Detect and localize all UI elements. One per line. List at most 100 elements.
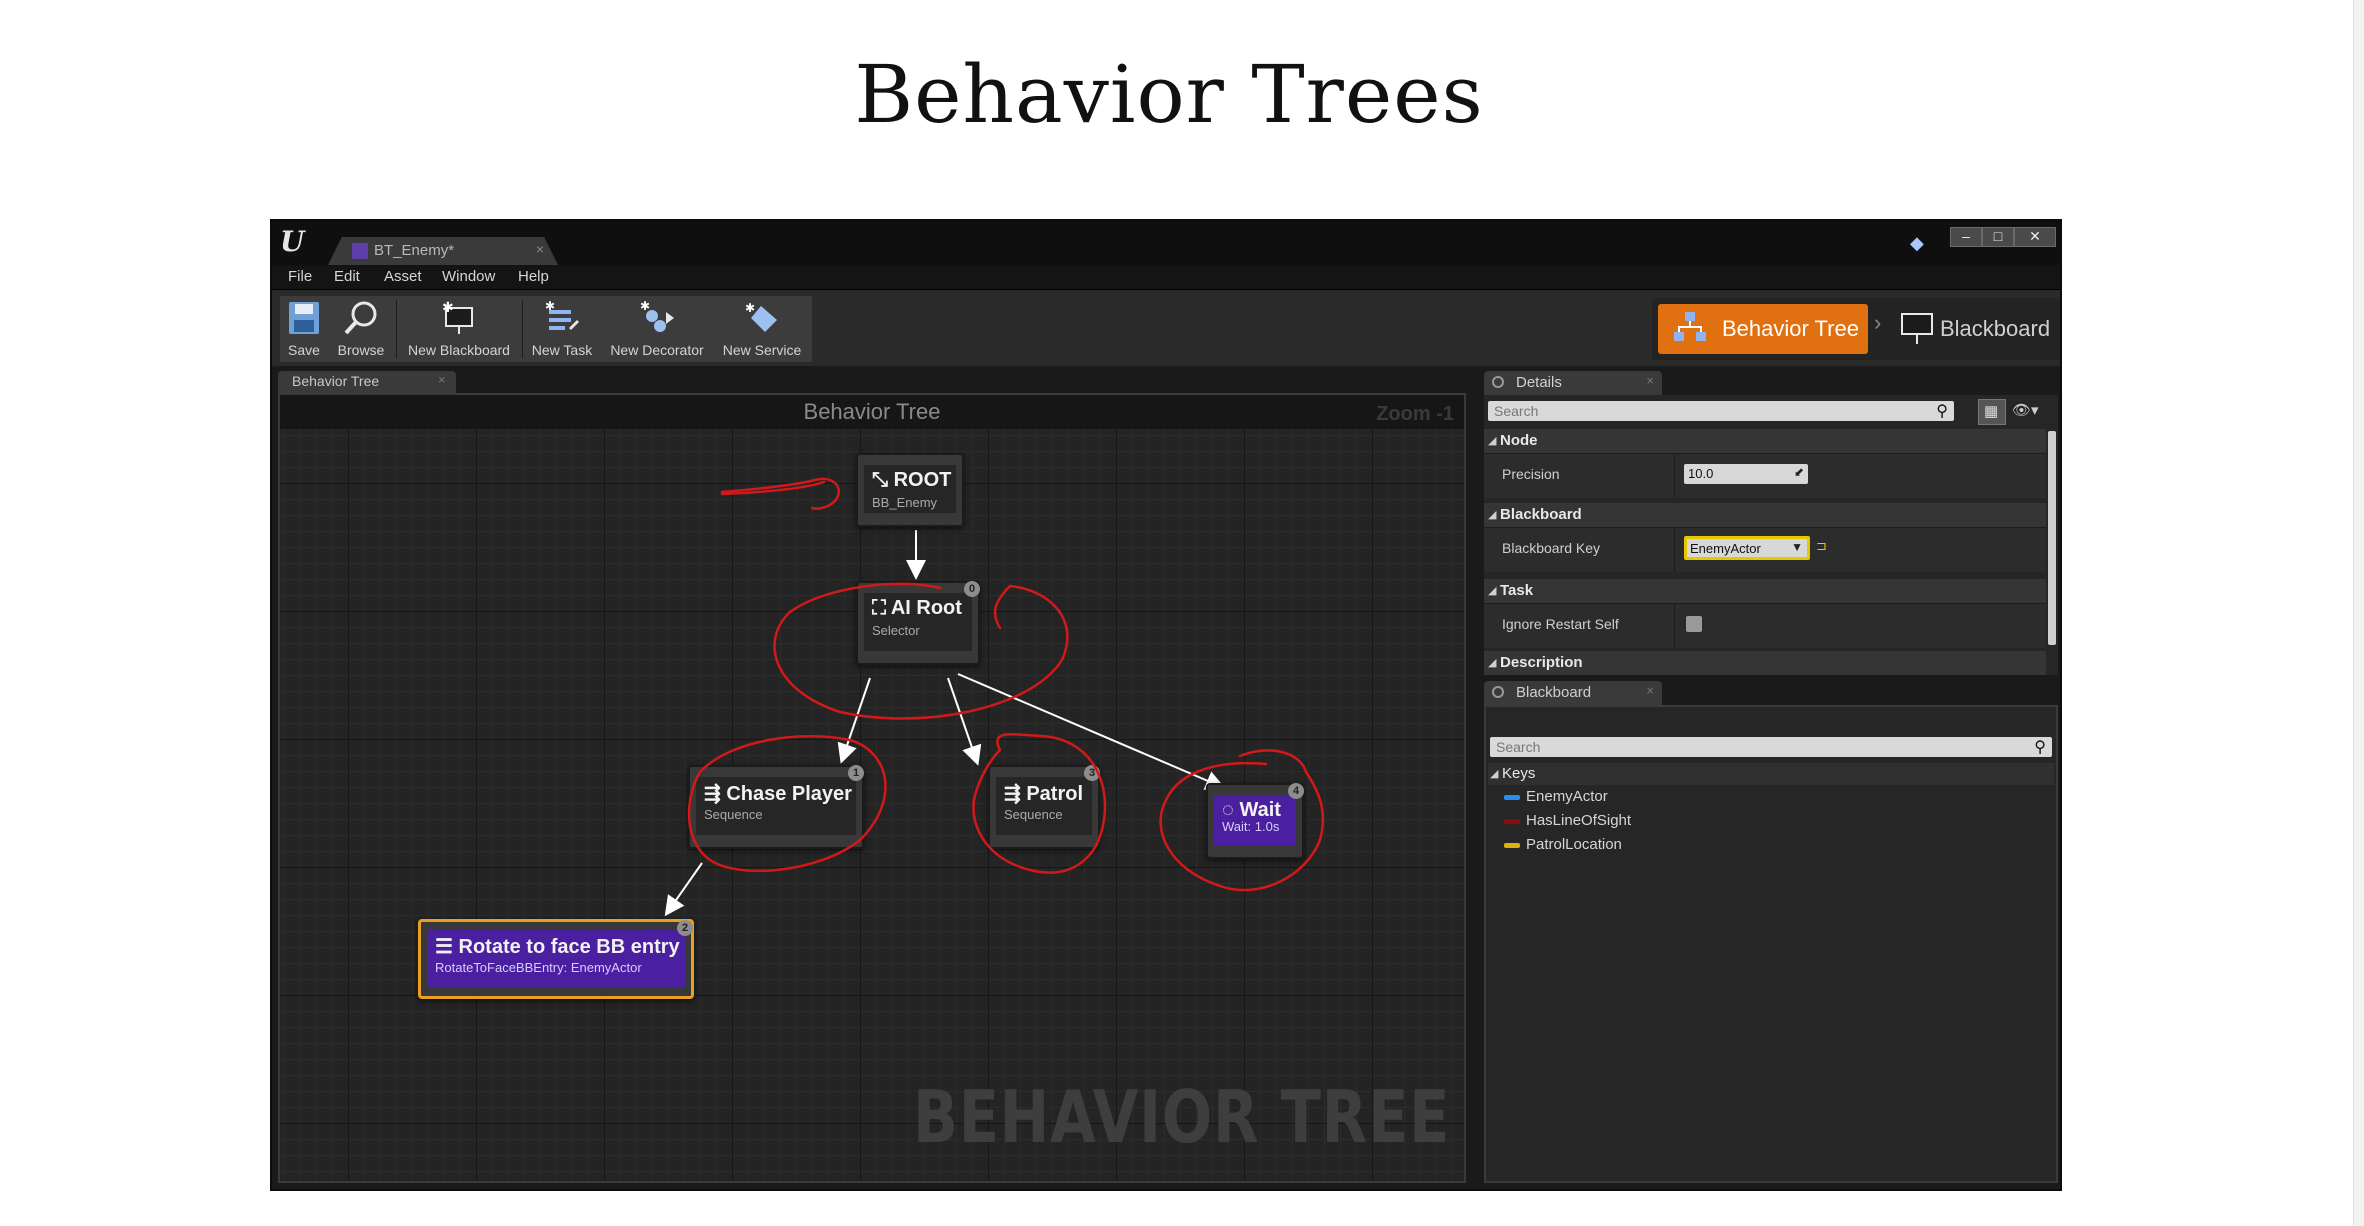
property-ignore-restart-self: Ignore Restart Self <box>1484 603 2046 648</box>
node-body: ☰ Rotate to face BB entry RotateToFaceBB… <box>427 930 685 988</box>
new-decorator-button[interactable]: ✱ New Decorator <box>602 296 712 362</box>
node-title: ☰ Rotate to face BB entry <box>435 936 680 958</box>
node-subtitle: Sequence <box>704 807 763 822</box>
help-icon[interactable]: ◆ <box>1910 233 1928 253</box>
close-window-button[interactable]: ✕ <box>2014 227 2056 247</box>
close-icon[interactable]: × <box>536 241 544 257</box>
browse-button[interactable]: Browse <box>332 296 390 362</box>
collapse-arrow-icon: ◢ <box>1490 768 1499 780</box>
divider <box>1674 604 1675 648</box>
page-scrollbar[interactable] <box>2353 0 2364 1226</box>
close-icon[interactable]: × <box>438 372 446 387</box>
details-scrollbar[interactable] <box>2048 431 2056 645</box>
view-options-button[interactable]: 👁▾ <box>2012 401 2039 419</box>
tab-behavior-tree-graph[interactable]: Behavior Tree × <box>278 371 456 393</box>
property-blackboard-key: Blackboard Key EnemyActor ▼ ⊐ <box>1484 527 2046 572</box>
svg-text:✱: ✱ <box>640 300 650 313</box>
save-button[interactable]: Save <box>280 296 328 362</box>
menu-file[interactable]: File <box>288 268 312 285</box>
slide-title: Behavior Trees <box>854 48 1484 141</box>
tab-details[interactable]: Details × <box>1484 371 1662 395</box>
node-title: ⤡ ROOT <box>872 469 952 491</box>
node-body: ⇶ Patrol Sequence <box>996 777 1092 835</box>
close-icon[interactable]: × <box>1646 683 1654 698</box>
blackboard-tab-label: Blackboard <box>1516 684 1592 701</box>
chevron-right-icon: › <box>1874 310 1882 335</box>
behavior-tree-mode-button[interactable]: Behavior Tree <box>1658 304 1868 354</box>
node-subtitle: RotateToFaceBBEntry: EnemyActor <box>435 960 642 975</box>
behavior-tree-graph[interactable]: Behavior Tree Zoom -1 ⤡ ROOT BB_Enemy ⛶ … <box>278 393 1466 1183</box>
minimize-button[interactable]: – <box>1950 227 1982 247</box>
sequence-icon: ⇶ <box>704 783 727 805</box>
wait-icon: ◌ <box>1222 799 1240 821</box>
menu-window[interactable]: Window <box>442 268 495 285</box>
title-bar: U BT_Enemy* × ◆ – □ ✕ <box>272 221 2060 265</box>
toolbar-button-group: Save Browse ✱ New Blackboard ✱ New Task … <box>280 296 812 362</box>
node-body: ⇶ Chase Player Sequence <box>696 777 856 835</box>
menu-asset[interactable]: Asset <box>384 268 422 285</box>
maximize-button[interactable]: □ <box>1982 227 2014 247</box>
node-patrol[interactable]: ⇶ Patrol Sequence 3 <box>988 765 1100 849</box>
node-body: ◌ Wait Wait: 1.0s <box>1214 795 1296 845</box>
property-matrix-button[interactable]: ▦ <box>1978 399 2006 425</box>
node-ai-root[interactable]: ⛶ AI Root Selector 0 <box>856 581 980 665</box>
task-icon: ☰ <box>435 936 459 958</box>
ignore-restart-self-checkbox[interactable] <box>1686 616 1702 632</box>
save-label: Save <box>288 342 320 358</box>
category-node[interactable]: ◢ Node <box>1484 429 2046 453</box>
browse-label: Browse <box>337 342 385 358</box>
key-type-swatch <box>1504 819 1520 824</box>
graph-tab-label: Behavior Tree <box>292 373 380 389</box>
key-label: HasLineOfSight <box>1526 812 1632 829</box>
node-root[interactable]: ⤡ ROOT BB_Enemy <box>856 453 964 527</box>
tab-blackboard[interactable]: Blackboard × <box>1484 681 1662 705</box>
blackboard-search-input[interactable]: Search ⚲ <box>1490 737 2052 757</box>
new-service-icon: ✱ <box>745 301 777 332</box>
collapse-arrow-icon: ◢ <box>1488 435 1497 447</box>
reset-to-default-icon[interactable]: ⊐ <box>1816 538 1827 554</box>
execution-order-badge: 1 <box>848 765 864 781</box>
keys-header[interactable]: ◢ Keys <box>1488 763 2054 785</box>
divider <box>1674 454 1675 498</box>
node-body: ⛶ AI Root Selector <box>864 593 972 651</box>
chevron-down-icon: ▾ <box>2031 402 2039 419</box>
category-label: Task <box>1500 582 1534 599</box>
node-wait[interactable]: ◌ Wait Wait: 1.0s 4 <box>1206 783 1304 859</box>
node-subtitle: Sequence <box>1004 807 1063 822</box>
new-service-button[interactable]: ✱ New Service <box>716 296 808 362</box>
wire-chase-to-rotate <box>664 862 703 917</box>
new-blackboard-button[interactable]: ✱ New Blackboard <box>400 296 518 362</box>
details-search-input[interactable]: Search ⚲ <box>1488 401 1954 421</box>
wire-ai-root-to-chase-player <box>837 677 871 764</box>
blackboard-icon <box>1492 686 1504 698</box>
behavior-tree-mode-icon <box>1674 312 1706 341</box>
menu-help[interactable]: Help <box>518 268 549 285</box>
category-description[interactable]: ◢ Description <box>1484 651 2046 675</box>
node-rotate-to-face-bb-entry[interactable]: ☰ Rotate to face BB entry RotateToFaceBB… <box>418 919 694 999</box>
category-task[interactable]: ◢ Task <box>1484 579 2046 603</box>
key-label: PatrolLocation <box>1526 836 1622 853</box>
editor-mode-switcher: Behavior Tree › Blackboard <box>1652 298 2060 360</box>
node-chase-player[interactable]: ⇶ Chase Player Sequence 1 <box>688 765 864 849</box>
precision-input[interactable]: 10.0 ⬋ <box>1684 464 1808 484</box>
search-icon: ⚲ <box>2034 739 2046 756</box>
node-title: ⇶ Chase Player <box>704 783 852 805</box>
blackboard-key-dropdown[interactable]: EnemyActor ▼ <box>1684 536 1810 560</box>
search-placeholder: Search <box>1496 739 1541 755</box>
svg-text:✱: ✱ <box>442 300 454 315</box>
menu-edit[interactable]: Edit <box>334 268 360 285</box>
menu-bar: File Edit Asset Window Help <box>272 265 2060 289</box>
document-tab[interactable]: BT_Enemy* × <box>328 237 558 265</box>
close-icon[interactable]: × <box>1646 373 1654 388</box>
document-tab-label: BT_Enemy* <box>374 242 455 259</box>
execution-order-badge: 2 <box>677 920 693 936</box>
new-decorator-label: New Decorator <box>610 342 704 358</box>
wire-ai-root-to-patrol <box>947 677 982 766</box>
node-subtitle: Wait: 1.0s <box>1222 819 1280 834</box>
new-blackboard-label: New Blackboard <box>408 342 510 358</box>
blackboard-key-value: EnemyActor <box>1690 541 1761 556</box>
category-blackboard[interactable]: ◢ Blackboard <box>1484 503 2046 527</box>
blackboard-mode-button[interactable]: Blackboard <box>1940 316 2050 342</box>
new-task-button[interactable]: ✱ New Task <box>526 296 598 362</box>
selector-icon: ⛶ <box>872 597 891 619</box>
